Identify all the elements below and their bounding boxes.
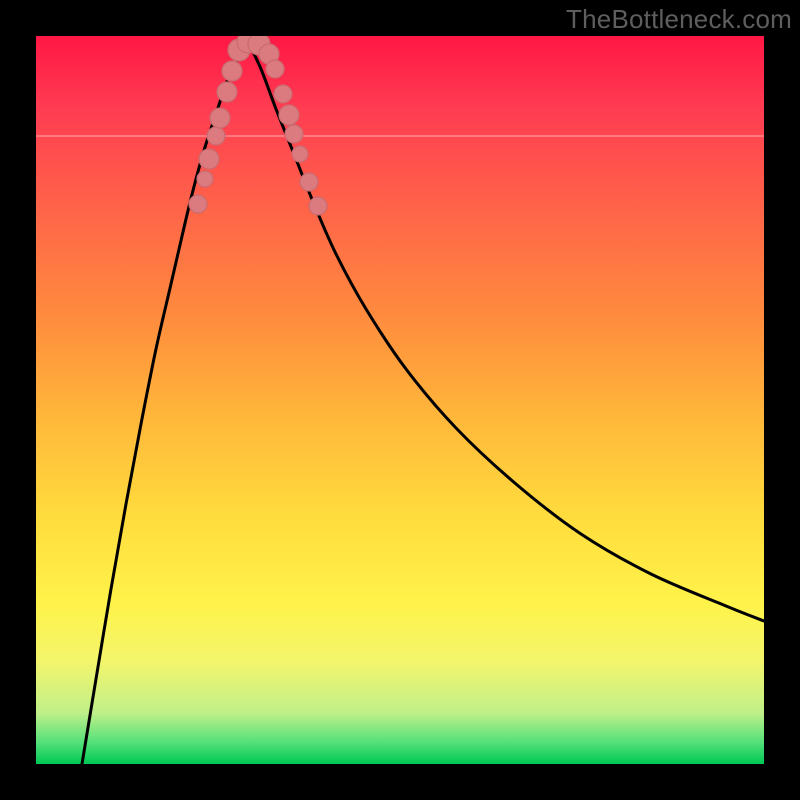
watermark-text: TheBottleneck.com: [566, 4, 792, 35]
chart-gradient-background: [36, 36, 764, 764]
